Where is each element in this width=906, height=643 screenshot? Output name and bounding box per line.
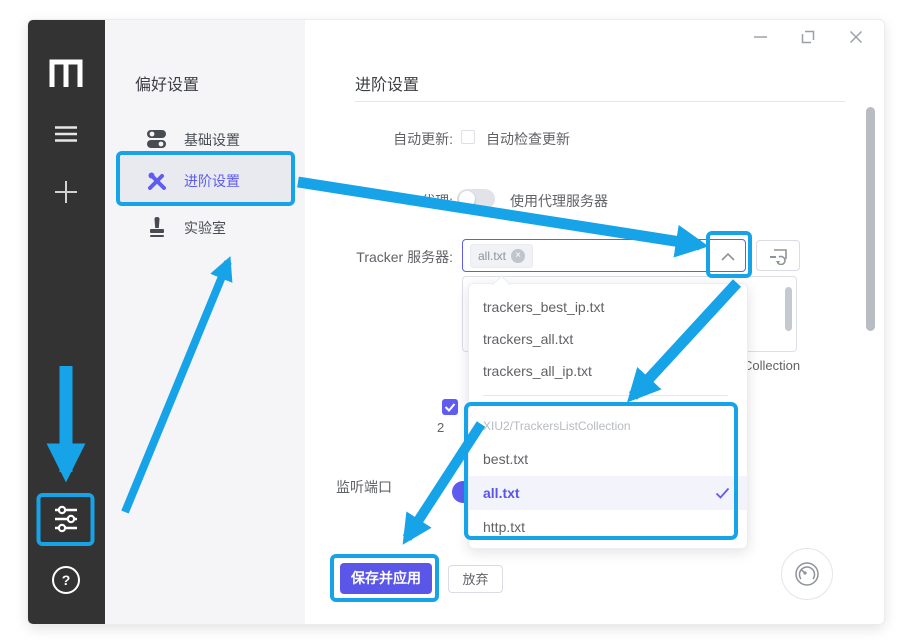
sidebar-item-label: 进阶设置 xyxy=(184,171,240,191)
hamburger-icon xyxy=(53,125,79,143)
sidebar-item-label: 实验室 xyxy=(184,218,226,238)
discard-button[interactable]: 放弃 xyxy=(448,565,503,593)
stamp-icon xyxy=(148,216,166,238)
auto-update-label: 自动更新: xyxy=(280,129,453,149)
preferences-title: 偏好设置 xyxy=(135,71,199,95)
proxy-toggle-label: 使用代理服务器 xyxy=(510,191,608,211)
sidebar-item-lab[interactable]: 实验室 xyxy=(120,212,293,242)
add-task-button[interactable] xyxy=(53,179,79,205)
toggle-knob xyxy=(459,191,475,207)
textarea-scrollbar-thumb[interactable] xyxy=(785,287,792,331)
close-button[interactable] xyxy=(848,29,864,45)
interval-text-fragment: 2 xyxy=(437,420,444,435)
listen-port-label: 监听端口 xyxy=(336,477,392,497)
tag-remove-icon[interactable]: × xyxy=(511,249,525,263)
dropdown-option-selected[interactable]: all.txt xyxy=(469,476,747,510)
close-icon xyxy=(848,29,864,45)
toggles-icon xyxy=(146,129,168,149)
section-divider xyxy=(355,101,845,102)
sync-tracker-button[interactable] xyxy=(756,240,800,271)
save-apply-button[interactable]: 保存并应用 xyxy=(340,563,432,594)
proxy-toggle[interactable] xyxy=(457,189,495,209)
m-logo-icon xyxy=(48,58,84,90)
help-button[interactable]: ? xyxy=(52,566,80,594)
checkmark-icon xyxy=(715,487,730,499)
minimize-icon xyxy=(754,36,767,38)
maximize-icon xyxy=(800,29,816,45)
dropdown-group-label: XIU2/TrackersListCollection xyxy=(469,413,747,439)
tracker-dropdown: trackers_best_ip.txt trackers_all.txt tr… xyxy=(468,283,748,549)
tracker-server-label: Tracker 服务器: xyxy=(280,247,453,267)
sidebar-item-basic[interactable]: 基础设置 xyxy=(120,124,293,154)
hint-text-fragment: Collection xyxy=(743,358,800,373)
checked-checkbox-fragment xyxy=(442,399,458,415)
task-list-button[interactable] xyxy=(53,125,79,143)
panel-scrollbar-thumb[interactable] xyxy=(866,107,875,331)
dropdown-option[interactable]: http.txt xyxy=(469,510,747,544)
check-icon xyxy=(442,399,458,415)
proxy-label: 代理: xyxy=(280,191,453,211)
preferences-button[interactable] xyxy=(52,505,80,533)
sliders-icon xyxy=(52,505,80,533)
dropdown-option[interactable]: best.txt xyxy=(469,442,747,476)
gauge-icon xyxy=(793,560,821,588)
dropdown-divider xyxy=(483,395,728,396)
question-icon: ? xyxy=(62,572,71,588)
section-title: 进阶设置 xyxy=(355,71,419,95)
dropdown-option[interactable]: trackers_all.txt xyxy=(469,322,747,356)
dropdown-option[interactable]: trackers_all_ip.txt xyxy=(469,354,747,388)
tracker-tag-label: all.txt xyxy=(478,249,506,263)
speed-limit-button[interactable] xyxy=(781,548,833,600)
preferences-panel xyxy=(105,20,305,624)
sidebar-item-label: 基础设置 xyxy=(184,130,240,150)
chevron-up-icon[interactable] xyxy=(721,253,735,261)
tracker-tag: all.txt × xyxy=(470,244,533,268)
app-sidebar xyxy=(28,20,105,624)
dropdown-option[interactable]: trackers_best_ip.txt xyxy=(469,290,747,324)
maximize-button[interactable] xyxy=(800,29,816,45)
sync-icon xyxy=(769,248,789,265)
app-logo xyxy=(48,58,84,90)
auto-update-checkbox-label: 自动检查更新 xyxy=(486,129,570,149)
sidebar-item-advanced[interactable]: 进阶设置 xyxy=(120,156,293,204)
minimize-button[interactable] xyxy=(752,30,770,44)
tools-icon xyxy=(146,170,168,192)
auto-update-checkbox[interactable] xyxy=(461,130,475,144)
screenshot-stage: ? 偏好设置 基础设置 进阶设置 实验室 进阶设置 自动更新: 自动检 xyxy=(0,0,906,643)
tracker-server-input[interactable]: all.txt × xyxy=(462,239,746,272)
plus-icon xyxy=(53,179,79,205)
